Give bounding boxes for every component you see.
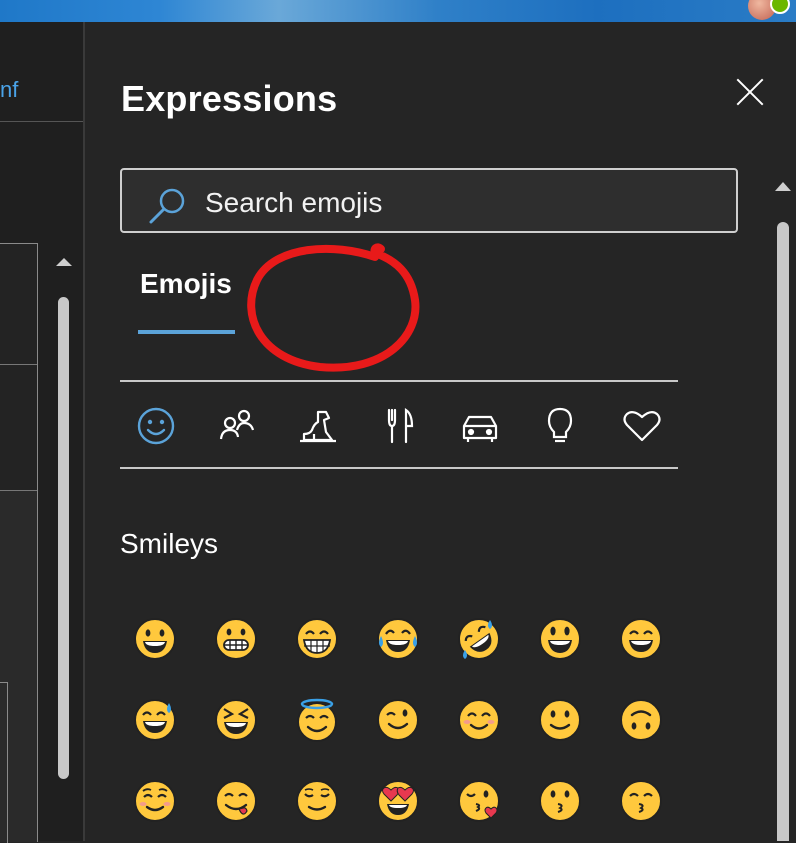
people-category-icon[interactable] [215,404,259,448]
list-separator [0,364,37,365]
tab-emojis[interactable]: Emojis [140,268,232,300]
search-placeholder: Search emojis [205,187,383,218]
smileys-category-icon[interactable] [134,404,178,448]
search-icon [148,186,188,226]
symbols-category-icon[interactable] [620,404,664,448]
category-bar-bottom-divider [120,467,678,469]
relieved-smiling-emoji[interactable] [132,778,178,824]
left-scrollbar-thumb[interactable] [58,297,69,779]
close-icon[interactable] [732,74,768,110]
smiling-eyes-emoji[interactable] [456,697,502,743]
grimacing-face-emoji[interactable] [213,616,259,662]
kissing-heart-emoji[interactable] [456,778,502,824]
section-title: Smileys [120,528,219,559]
food-category-icon[interactable] [377,404,421,448]
grinning-sweat-emoji[interactable] [132,697,178,743]
pane-divider [83,22,85,841]
winking-face-emoji[interactable] [375,697,421,743]
smiley-face-emoji[interactable] [537,616,583,662]
rolling-laughing-emoji[interactable] [456,616,502,662]
objects-category-icon[interactable] [538,404,582,448]
panel-scrollbar-thumb[interactable] [777,222,789,841]
halo-face-emoji[interactable] [294,697,340,743]
travel-category-icon[interactable] [458,404,502,448]
animals-category-icon[interactable] [296,404,340,448]
search-input[interactable]: Search emojis [120,168,738,233]
kissing-face-emoji[interactable] [537,778,583,824]
presence-status-icon [770,0,790,14]
left-pane: nf [0,22,83,843]
tab-selected-indicator [138,330,235,334]
heart-eyes-emoji[interactable] [375,778,421,824]
beaming-face-emoji[interactable] [294,616,340,662]
kissing-smiling-eyes-emoji[interactable] [618,778,664,824]
category-bar-top-divider [120,380,678,382]
annotation-circle [247,243,420,372]
relieved-face-emoji[interactable] [294,778,340,824]
left-pane-box [0,682,8,843]
panel-title: Expressions [121,78,338,119]
squinting-face-emoji[interactable] [213,697,259,743]
slightly-smiling-emoji[interactable] [537,697,583,743]
left-pane-divider [0,121,83,122]
left-scroll-up-arrow[interactable] [56,258,72,266]
window-title-bar [0,0,796,22]
grinning-smiling-eyes-emoji[interactable] [618,616,664,662]
savoring-food-emoji[interactable] [213,778,259,824]
upside-down-emoji[interactable] [618,697,664,743]
tears-of-joy-emoji[interactable] [375,616,421,662]
left-pane-link[interactable]: nf [0,77,18,103]
grinning-face-emoji[interactable] [132,616,178,662]
panel-scroll-up-arrow[interactable] [775,182,791,191]
